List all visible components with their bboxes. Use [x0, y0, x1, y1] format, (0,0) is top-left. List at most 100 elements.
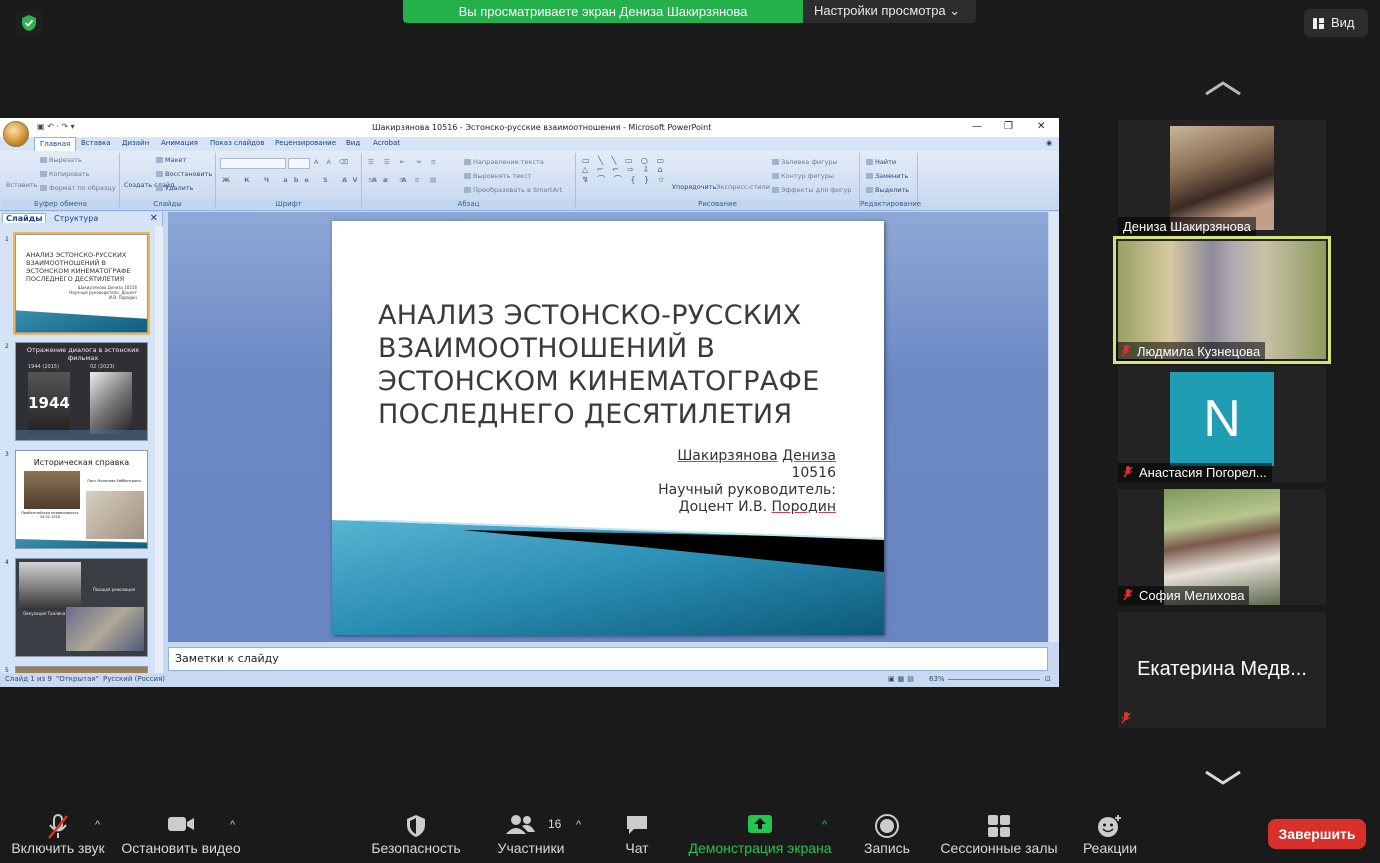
- close-pane-icon[interactable]: ✕: [150, 213, 158, 224]
- stop-video-label: Остановить видео: [121, 840, 241, 856]
- quick-access-toolbar[interactable]: ▣ ↶ · ↷ ▾: [37, 118, 75, 135]
- participant-tile[interactable]: София Мелихова: [1118, 489, 1326, 605]
- select-button[interactable]: Выделить: [866, 186, 909, 194]
- advisor-name: Породин: [771, 499, 836, 515]
- participant-tile[interactable]: Дениза Шакирзянова: [1118, 120, 1326, 236]
- slide-title[interactable]: АНАЛИЗ ЭСТОНСКО-РУССКИХ ВЗАИМООТНОШЕНИЙ …: [378, 299, 848, 431]
- share-options-caret-icon[interactable]: ^: [822, 819, 827, 831]
- align-text-button[interactable]: Выровнять текст: [464, 172, 531, 180]
- list-buttons[interactable]: ☰ ☰ ⇤ ⇥ ≡: [368, 158, 440, 166]
- pane-tabs: Слайды Структура ✕: [0, 212, 163, 226]
- layout-button[interactable]: Макет: [156, 156, 186, 164]
- muted-mic-icon: [1121, 345, 1131, 357]
- participants-label: Участники: [497, 840, 565, 856]
- participant-tile-active-speaker[interactable]: Людмила Кузнецова: [1113, 236, 1331, 364]
- slide-notes-field[interactable]: Заметки к слайду: [168, 647, 1048, 671]
- tab-slideshow[interactable]: Показ слайдов: [210, 139, 264, 147]
- thumbnails-scrollbar[interactable]: [155, 226, 163, 674]
- security-shield-icon[interactable]: [16, 10, 42, 36]
- format-painter-button[interactable]: Формат по образцу: [40, 184, 116, 192]
- group-slides: Создать слайд Макет Восстановить Удалить…: [120, 153, 216, 209]
- tab-view[interactable]: Вид: [346, 139, 360, 147]
- participant-name: Людмила Кузнецова: [1116, 342, 1266, 361]
- view-layout-button[interactable]: Вид: [1304, 9, 1368, 37]
- end-meeting-button[interactable]: Завершить: [1268, 819, 1366, 849]
- unmute-button[interactable]: Включить звук: [6, 805, 110, 863]
- scroll-down-icon[interactable]: [1203, 768, 1243, 786]
- reset-button[interactable]: Восстановить: [156, 170, 212, 178]
- tab-slides[interactable]: Слайды: [2, 213, 47, 223]
- thumb-wave: [16, 430, 147, 440]
- thumb-wave: [16, 310, 147, 332]
- thumb-caption: Пакт Молотова-Риббентропа: [87, 479, 141, 483]
- shapes-gallery[interactable]: ▭ ╲ ╲ ▭ ○ ▭ △ ⌐ ⌐ ⇨ ⇩ ⌂ ↯ ⌒ ⌒ { } ☆: [582, 156, 668, 185]
- help-icon[interactable]: ◉: [1046, 139, 1052, 147]
- slide-scrollbar[interactable]: [1049, 212, 1059, 642]
- smartart-button[interactable]: Преобразовать в SmartArt: [464, 186, 562, 194]
- scroll-up-icon[interactable]: [1203, 80, 1243, 98]
- restore-icon[interactable]: ❐: [1004, 118, 1013, 135]
- tab-home[interactable]: Главная: [34, 137, 77, 151]
- arrange-button[interactable]: Упорядочить: [672, 183, 716, 191]
- breakout-rooms-label: Сессионные залы: [940, 840, 1058, 856]
- shape-effects-button[interactable]: Эффекты для фигур: [772, 186, 851, 194]
- office-button[interactable]: [3, 121, 29, 147]
- breakout-rooms-button[interactable]: Сессионные залы: [938, 805, 1060, 863]
- tab-animation[interactable]: Анимация: [161, 139, 198, 147]
- current-slide[interactable]: АНАЛИЗ ЭСТОНСКО-РУССКИХ ВЗАИМООТНОШЕНИЙ …: [332, 221, 884, 635]
- slide-thumbnail-1[interactable]: АНАЛИЗ ЭСТОНСКО-РУССКИХ ВЗАИМООТНОШЕНИЙ …: [13, 232, 150, 335]
- tab-outline[interactable]: Структура: [54, 214, 98, 223]
- grid-view-icon: [1313, 18, 1324, 29]
- thumb-title: Историческая справка: [33, 458, 130, 467]
- view-mode-buttons[interactable]: ▣▦▤: [888, 673, 917, 686]
- paste-button[interactable]: Вставить: [6, 181, 37, 189]
- delete-slide-button[interactable]: Удалить: [156, 184, 193, 192]
- layout-label: Макет: [165, 156, 187, 164]
- meeting-toolbar: Включить звук ^ Остановить видео ^ Безоп…: [0, 805, 1380, 863]
- participant-mic-status: [1118, 709, 1142, 728]
- group-paragraph: ☰ ☰ ⇤ ⇥ ≡ ≡ ≡ ≡ ≡ ▤ Направление текста В…: [362, 153, 576, 209]
- thumb-caption: 02 (2023): [90, 364, 115, 370]
- participant-tile[interactable]: N Анастасия Погорел...: [1118, 366, 1326, 482]
- tab-design[interactable]: Дизайн: [122, 139, 149, 147]
- minimize-icon[interactable]: —: [972, 118, 982, 135]
- share-screen-button[interactable]: Демонстрация экрана: [686, 805, 834, 863]
- stop-video-button[interactable]: Остановить видео: [120, 805, 242, 863]
- participants-caret-icon[interactable]: ^: [576, 819, 581, 831]
- record-button[interactable]: Запись: [858, 805, 916, 863]
- slide-subtitle[interactable]: Шакирзянова Дениза 10516 Научный руковод…: [536, 448, 836, 516]
- video-options-caret-icon[interactable]: ^: [230, 819, 235, 831]
- font-size-select[interactable]: [288, 158, 310, 169]
- replace-button[interactable]: Заменить: [866, 172, 908, 180]
- cut-button[interactable]: Вырезать: [40, 156, 82, 164]
- screen-share-banner: Вы просматриваете экран Дениза Шакирзяно…: [403, 0, 803, 23]
- reactions-button[interactable]: Реакции: [1080, 805, 1140, 863]
- zoom-slider[interactable]: [948, 673, 1040, 680]
- security-button[interactable]: Безопасность: [370, 805, 462, 863]
- copy-button[interactable]: Копировать: [40, 170, 90, 178]
- align-text-label: Выровнять текст: [473, 172, 532, 180]
- quick-styles-button[interactable]: Экспресс-стили: [716, 183, 770, 191]
- audio-options-caret-icon[interactable]: ^: [95, 819, 100, 831]
- shape-fill-button[interactable]: Заливка фигуры: [772, 158, 838, 166]
- view-options-dropdown[interactable]: Настройки просмотра ⌄: [803, 0, 976, 23]
- participants-button[interactable]: 16 Участники: [494, 805, 568, 863]
- slide-thumbnail-4[interactable]: Оккупация Таллина 1940 Поющая революция: [15, 558, 148, 657]
- tab-insert[interactable]: Вставка: [81, 139, 111, 147]
- text-direction-button[interactable]: Направление текста: [464, 158, 544, 166]
- align-buttons[interactable]: ≡ ≡ ≡ ≡ ▤: [368, 176, 440, 184]
- font-family-select[interactable]: [220, 158, 286, 169]
- slide-thumbnail-2[interactable]: Отражение диалога в эстонских фильмах 19…: [15, 342, 148, 441]
- find-button[interactable]: Найти: [866, 158, 896, 166]
- participant-tile[interactable]: Екатерина Медв...: [1118, 612, 1326, 728]
- tab-acrobat[interactable]: Acrobat: [373, 139, 400, 147]
- close-icon[interactable]: ✕: [1037, 118, 1045, 135]
- font-size-buttons[interactable]: A A ⌫: [314, 158, 351, 166]
- chat-label: Чат: [625, 840, 649, 856]
- tab-review[interactable]: Рецензирование: [275, 139, 336, 147]
- thumb-wave: [16, 539, 147, 548]
- chat-button[interactable]: Чат: [612, 805, 662, 863]
- slide-thumbnail-3[interactable]: Историческая справка Прибалтийская незав…: [15, 450, 148, 549]
- shape-outline-button[interactable]: Контур фигуры: [772, 172, 834, 180]
- fit-window-icon[interactable]: ⊡: [1045, 673, 1051, 686]
